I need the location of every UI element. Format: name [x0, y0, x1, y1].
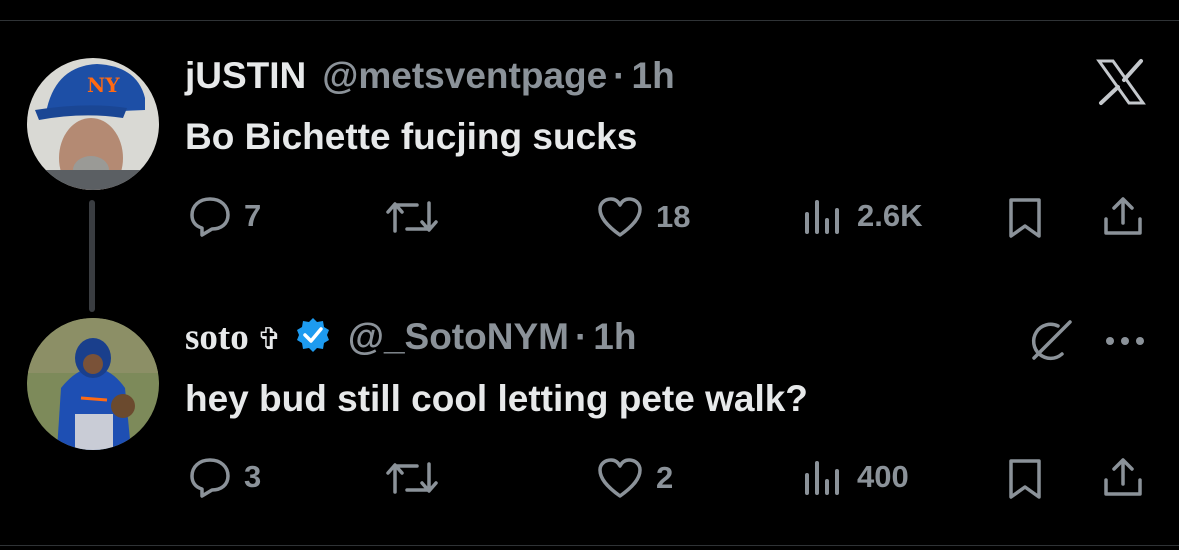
- like-button[interactable]: 18: [596, 195, 690, 239]
- thread-line: [89, 200, 95, 312]
- x-logo-icon[interactable]: [1095, 58, 1147, 111]
- more-icon[interactable]: [1104, 334, 1146, 352]
- bookmark-icon[interactable]: [1006, 457, 1044, 506]
- user-handle[interactable]: @metsventpage: [322, 55, 607, 97]
- grok-icon[interactable]: [1026, 318, 1074, 369]
- views-count: 2.6K: [857, 198, 923, 233]
- tweet-text: Bo Bichette fucjing sucks: [185, 116, 638, 157]
- bookmark-icon[interactable]: [1006, 196, 1044, 245]
- like-count: 2: [656, 460, 674, 495]
- reply-count: 3: [244, 459, 262, 494]
- like-icon: [598, 197, 642, 237]
- like-icon: [598, 458, 642, 498]
- views-icon: [805, 200, 839, 234]
- display-name[interactable]: jUSTIN: [185, 55, 306, 97]
- avatar[interactable]: NY: [27, 58, 159, 190]
- retweet-button[interactable]: [385, 458, 451, 498]
- views-button[interactable]: 400: [803, 457, 909, 497]
- user-handle[interactable]: @_SotoNYM: [348, 316, 569, 358]
- display-name[interactable]: soto: [185, 316, 249, 359]
- views-icon: [805, 461, 839, 495]
- views-count: 400: [857, 459, 909, 494]
- separator-dot: ·: [574, 316, 588, 357]
- timestamp[interactable]: 1h: [593, 316, 636, 358]
- avatar[interactable]: [27, 318, 159, 450]
- bottom-divider: [0, 545, 1179, 546]
- like-button[interactable]: 2: [596, 456, 673, 500]
- timestamp[interactable]: 1h: [632, 55, 675, 97]
- retweet-icon: [386, 201, 438, 233]
- like-count: 18: [656, 199, 691, 234]
- tweet-text: hey bud still cool letting pete walk?: [185, 378, 808, 419]
- svg-text:NY: NY: [87, 73, 120, 97]
- reply-icon: [190, 458, 230, 498]
- tweet-header: soto ✞ @_SotoNYM · 1h: [185, 316, 636, 359]
- reply-button[interactable]: 3: [188, 456, 261, 498]
- views-button[interactable]: 2.6K: [803, 196, 922, 236]
- reply-count: 7: [244, 198, 262, 233]
- verified-badge-icon: [294, 316, 332, 359]
- reply-button[interactable]: 7: [188, 195, 261, 237]
- separator-dot: ·: [613, 55, 626, 96]
- reply-icon: [190, 197, 230, 237]
- cross-symbol: ✞: [256, 322, 282, 357]
- retweet-button[interactable]: [385, 197, 451, 237]
- top-divider: [0, 20, 1179, 21]
- tweet-header: jUSTIN @metsventpage · 1h: [185, 55, 675, 97]
- share-icon[interactable]: [1101, 195, 1145, 244]
- retweet-icon: [386, 462, 438, 494]
- share-icon[interactable]: [1101, 456, 1145, 505]
